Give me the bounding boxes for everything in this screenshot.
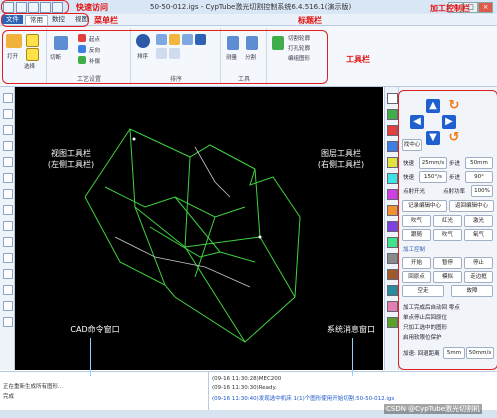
annotation-cad-cmd: CAD命令窗口: [70, 325, 120, 334]
view-tool-icon-3[interactable]: [3, 125, 13, 135]
msg-line-3: (09-16 11:30:40)发现选中机床 1(1)个图形使用开始切割:50-…: [212, 396, 395, 402]
cmd-line-1: 正在重新生成所有图形...: [3, 384, 64, 390]
layer-color-cyan[interactable]: [387, 173, 398, 184]
annotation-quick-access: 快速访问: [76, 3, 108, 12]
annotation-view-toolbar: 视图工具栏 (左侧工具栏): [36, 148, 106, 170]
layer-color-olive[interactable]: [387, 317, 398, 328]
annotation-layer-toolbar-line1: 图层工具栏: [321, 149, 361, 158]
annotation-menu-bar: 菜单栏: [94, 16, 118, 25]
cad-command-window[interactable]: 正在重新生成所有图形... 完成: [0, 371, 209, 412]
view-tool-icon-14[interactable]: [3, 301, 13, 311]
view-tool-icon-1[interactable]: [3, 93, 13, 103]
view-tool-icon-7[interactable]: [3, 189, 13, 199]
layer-color-red[interactable]: [387, 125, 398, 136]
close-button[interactable]: ×: [478, 2, 493, 13]
view-tool-icon-2[interactable]: [3, 109, 13, 119]
layer-color-green[interactable]: [387, 109, 398, 120]
annotation-box-control-panel: [398, 90, 497, 370]
view-tool-icon-9[interactable]: [3, 221, 13, 231]
layer-color-yellow[interactable]: [387, 157, 398, 168]
layer-color-magenta[interactable]: [387, 189, 398, 200]
layer-color-gray[interactable]: [387, 253, 398, 264]
msg-line-2: (09-16 11:30:30)Ready.: [212, 385, 277, 391]
view-tool-icon-11[interactable]: [3, 253, 13, 263]
annotation-title-bar: 标题栏: [298, 16, 322, 25]
view-tool-icon-8[interactable]: [3, 205, 13, 215]
view-tool-icon-4[interactable]: [3, 141, 13, 151]
layer-color-teal[interactable]: [387, 285, 398, 296]
view-tool-icon-12[interactable]: [3, 269, 13, 279]
annotation-box-menu: [1, 13, 89, 27]
layer-color-blue[interactable]: [387, 141, 398, 152]
layer-color-white[interactable]: [387, 93, 398, 104]
view-tool-icon-6[interactable]: [3, 173, 13, 183]
annotation-layer-toolbar-line2: (右侧工具栏): [317, 160, 365, 169]
annotation-arrow-cmd: [90, 338, 91, 376]
annotation-layer-toolbar: 图层工具栏 (右侧工具栏): [306, 148, 376, 170]
layer-toolbar: [384, 87, 398, 370]
view-tool-icon-15[interactable]: [3, 317, 13, 327]
annotation-control-panel: 加工控制栏: [430, 4, 470, 13]
annotation-box-quick-access: [1, 0, 69, 14]
layer-color-purple[interactable]: [387, 221, 398, 232]
layer-color-pink[interactable]: [387, 301, 398, 312]
view-toolbar: [0, 87, 15, 370]
annotation-arrow-msg: [352, 338, 353, 376]
msg-line-1: (09-16 11:30:28)MEC200: [212, 376, 282, 382]
annotation-toolbar: 工具栏: [346, 55, 370, 64]
view-tool-icon-13[interactable]: [3, 285, 13, 295]
cmd-line-2: 完成: [3, 394, 15, 400]
view-tool-icon-10[interactable]: [3, 237, 13, 247]
watermark-text: CSDN @CypTube激光切割机: [384, 404, 483, 414]
window-title: 50-50-012.igs - CypTube激光切割控制系统6.4.516.1…: [150, 3, 352, 11]
annotation-box-toolbar: [2, 30, 328, 84]
layer-color-mint[interactable]: [387, 237, 398, 248]
annotation-view-toolbar-line2: (左侧工具栏): [47, 160, 95, 169]
annotation-sys-msg: 系统消息窗口: [327, 325, 375, 334]
annotation-view-toolbar-line1: 视图工具栏: [51, 149, 91, 158]
view-tool-icon-5[interactable]: [3, 157, 13, 167]
layer-color-orange[interactable]: [387, 205, 398, 216]
layer-color-brown[interactable]: [387, 269, 398, 280]
